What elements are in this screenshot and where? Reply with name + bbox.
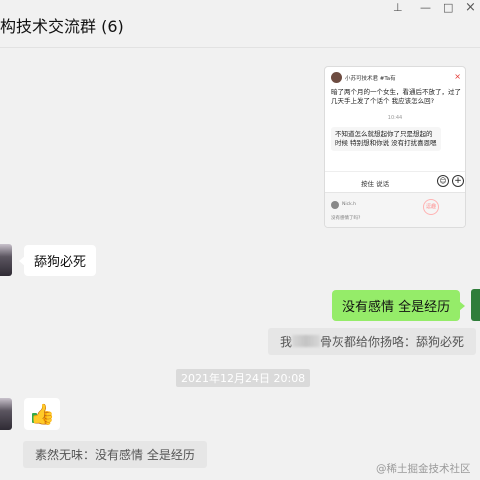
maximize-button[interactable]: □	[443, 2, 453, 14]
self-avatar[interactable]	[471, 289, 480, 321]
minimize-button[interactable]: —	[420, 2, 431, 14]
message-bubble-incoming[interactable]: 舔狗必死	[18, 245, 97, 276]
screenshot-panel-avatar	[331, 201, 339, 209]
screenshot-header: 小苏可技术君 #Ta有 ×	[331, 72, 461, 84]
screenshot-input-bar: 按住 说话 ☺ +	[325, 171, 465, 191]
screenshot-panel-name: Nick.h	[342, 202, 356, 207]
message-bubble-outgoing[interactable]: 没有感情 全是经历	[332, 290, 466, 321]
screenshot-bottom-panel: Nick.h 没有感情了吗? 逗趣	[325, 192, 465, 227]
quoted-reply[interactable]: 素然无味：没有感情 全是经历	[23, 441, 207, 468]
avatar[interactable]	[0, 244, 12, 276]
avatar[interactable]	[0, 398, 12, 430]
timestamp: 2021年12月24日 20:08	[176, 369, 311, 387]
plus-icon: +	[452, 175, 464, 187]
watermark: @稀土掘金技术社区	[376, 463, 471, 475]
screenshot-avatar	[331, 72, 342, 83]
thumbs-up-icon: 👍	[30, 402, 55, 426]
close-button[interactable]: ×	[465, 1, 476, 14]
chat-header: 构技术交流群 (6) ⊥ — □ ×	[0, 0, 480, 48]
chat-title: 构技术交流群 (6)	[0, 17, 124, 36]
hold-to-talk-label: 按住 说话	[361, 180, 390, 188]
quote-prefix: 我	[280, 335, 293, 349]
close-icon: ×	[454, 72, 461, 81]
emoji-message-bubble[interactable]: 👍	[24, 398, 60, 430]
pin-icon[interactable]: ⊥	[393, 2, 403, 14]
screenshot-post-text: 暗了两个月的一个女生，看通后不放了，过了几天手上发了个话个 我应该怎么回?	[331, 88, 461, 105]
screenshot-time: 10:44	[387, 115, 403, 121]
screenshot-panel-sub: 没有感情了吗?	[331, 216, 361, 221]
screenshot-reply-bubble: 不知道怎么就想起你了只是想起的时候 特别想和你说 没有打扰喜恩嗯	[331, 127, 441, 151]
screenshot-stamp: 逗趣	[423, 199, 439, 215]
quote-text: 骨灰都给你扬咯：舔狗必死	[320, 335, 465, 349]
image-message-screenshot[interactable]: 小苏可技术君 #Ta有 × 暗了两个月的一个女生，看通后不放了，过了几天手上发了…	[324, 66, 466, 228]
redacted-name	[292, 335, 321, 347]
emoji-icon: ☺	[437, 175, 449, 187]
quoted-reply[interactable]: 我 骨灰都给你扬咯：舔狗必死	[268, 328, 477, 355]
screenshot-author: 小苏可技术君 #Ta有	[345, 76, 396, 82]
